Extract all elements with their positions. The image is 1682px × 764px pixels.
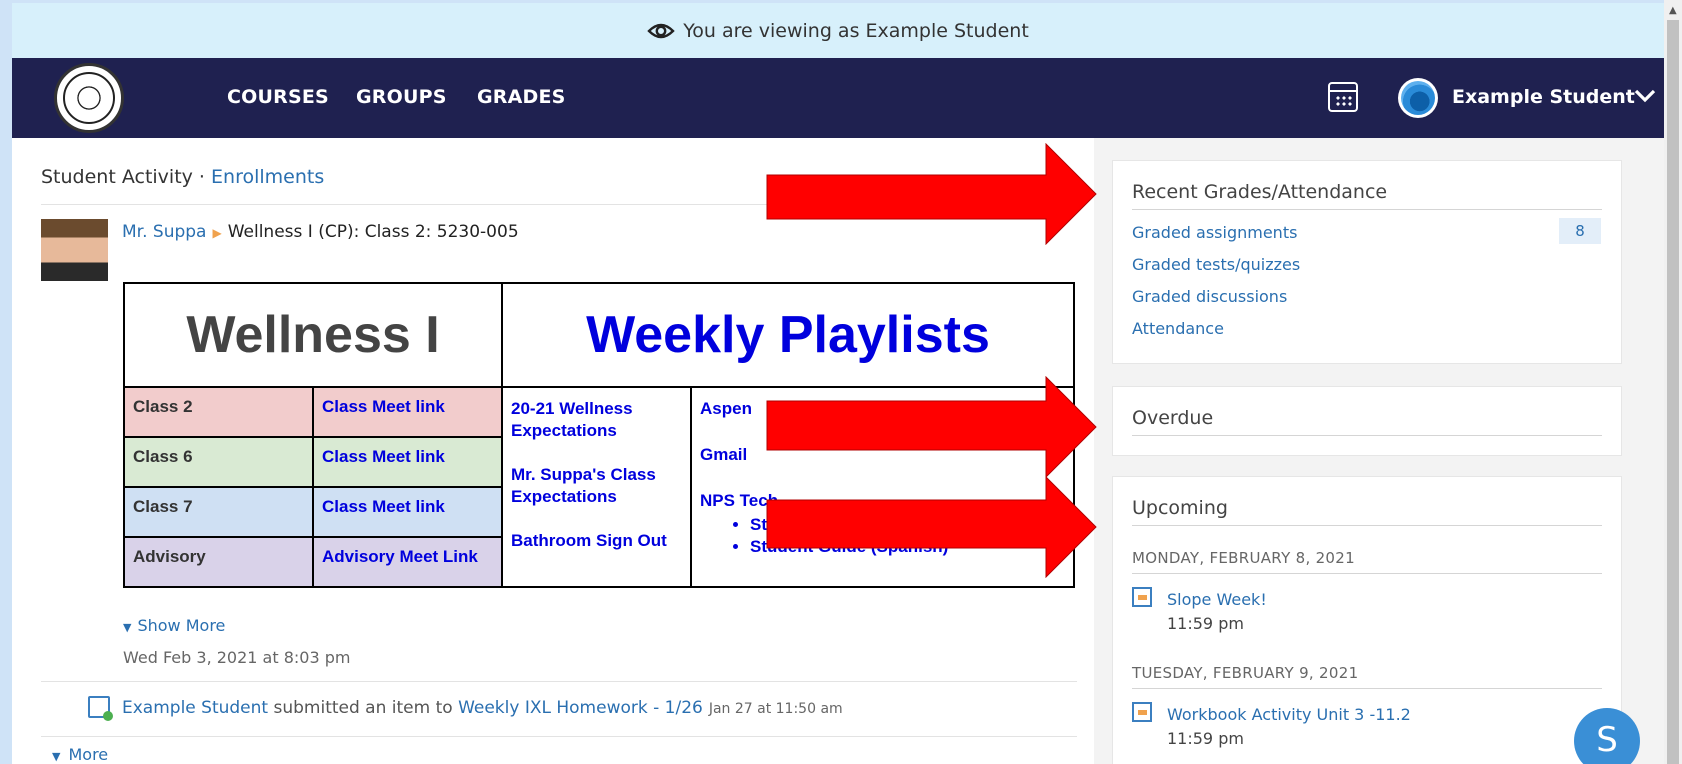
page-scrollbar[interactable]: ▲ [1664, 0, 1682, 764]
nav-grades[interactable]: GRADES [477, 86, 566, 108]
upcoming-title: Upcoming [1132, 497, 1228, 519]
show-more-toggle[interactable]: ▼ Show More [123, 616, 225, 635]
calendar-icon[interactable] [1328, 82, 1358, 112]
recent-grades-card: Recent Grades/Attendance Graded assignme… [1112, 160, 1622, 364]
divider [1132, 525, 1602, 526]
user-name[interactable]: Example Student [1452, 86, 1635, 108]
expectations-column: 20-21 Wellness Expectations Mr. Suppa's … [501, 386, 692, 588]
overdue-card: Overdue [1112, 386, 1622, 456]
student-link[interactable]: Example Student [122, 698, 268, 718]
scrollbar-thumb[interactable] [1667, 20, 1679, 764]
recent-grades-title: Recent Grades/Attendance [1132, 181, 1388, 203]
post-timestamp: Wed Feb 3, 2021 at 8:03 pm [123, 648, 351, 667]
advisory-meet-link[interactable]: Advisory Meet Link [312, 536, 503, 588]
enrollments-link[interactable]: Enrollments [211, 166, 324, 188]
wellness-expectations-link[interactable]: 20-21 Wellness Expectations [511, 398, 682, 442]
graded-discussions-link[interactable]: Graded discussions [1132, 287, 1287, 306]
triangle-right-icon: ▶ [212, 226, 222, 240]
upcoming-item-time: 11:59 pm [1167, 614, 1244, 633]
upcoming-card: Upcoming MONDAY, FEBRUARY 8, 2021 Slope … [1112, 476, 1622, 764]
activity-heading: Student Activity · Enrollments [41, 166, 325, 188]
upcoming-date: MONDAY, FEBRUARY 8, 2021 [1132, 549, 1355, 567]
school-logo[interactable] [54, 63, 124, 133]
class-label: Class 7 [123, 486, 314, 538]
teacher-link[interactable]: Mr. Suppa [122, 222, 206, 242]
wellness-title: Wellness I [123, 282, 503, 388]
divider [41, 736, 1077, 737]
nav-groups[interactable]: GROUPS [356, 86, 447, 108]
avatar[interactable] [1398, 78, 1438, 118]
upcoming-item-link[interactable]: Slope Week! [1167, 590, 1267, 609]
divider [1132, 688, 1602, 689]
course-name[interactable]: Wellness I (CP): Class 2: 5230-005 [228, 222, 519, 242]
submission-line: Example Student submitted an item to Wee… [122, 698, 843, 718]
class-meet-link[interactable]: Class Meet link [312, 486, 503, 538]
upcoming-item-time: 11:59 pm [1167, 729, 1244, 748]
assignment-link[interactable]: Weekly IXL Homework - 1/26 [458, 698, 703, 718]
caret-down-icon: ▼ [52, 750, 61, 763]
divider [1132, 209, 1602, 210]
assignment-icon [1132, 702, 1152, 722]
class-label: Class 2 [123, 386, 314, 438]
divider [41, 681, 1077, 682]
overdue-title: Overdue [1132, 407, 1214, 429]
graded-tests-link[interactable]: Graded tests/quizzes [1132, 255, 1300, 274]
teacher-photo[interactable] [41, 219, 108, 281]
bathroom-signout-link[interactable]: Bathroom Sign Out [511, 530, 682, 552]
caret-down-icon: ▼ [123, 621, 132, 634]
divider [1132, 435, 1602, 436]
viewing-as-text: You are viewing as Example Student [683, 19, 1029, 42]
viewing-as-banner: You are viewing as Example Student [12, 3, 1664, 58]
divider [1132, 573, 1602, 574]
class-expectations-link[interactable]: Mr. Suppa's Class Expectations [511, 464, 682, 508]
red-arrow-annotation [766, 476, 1097, 578]
upcoming-item-link[interactable]: Workbook Activity Unit 3 -11.2 [1167, 705, 1411, 724]
assignment-icon [1132, 587, 1152, 607]
submission-icon [88, 696, 113, 721]
post-header: Mr. Suppa ▶ Wellness I (CP): Class 2: 5230… [122, 222, 519, 242]
eye-icon [647, 23, 675, 38]
red-arrow-annotation [766, 143, 1097, 245]
class-meet-link[interactable]: Class Meet link [312, 386, 503, 438]
red-arrow-annotation [766, 376, 1097, 478]
scroll-up-arrow-icon[interactable]: ▲ [1669, 5, 1677, 16]
count-badge: 8 [1559, 218, 1601, 244]
attendance-link[interactable]: Attendance [1132, 319, 1224, 338]
top-navbar: COURSES GROUPS GRADES Example Student [12, 58, 1664, 138]
nav-courses[interactable]: COURSES [227, 86, 329, 108]
chevron-down-icon[interactable] [1634, 88, 1656, 104]
submission-time: Jan 27 at 11:50 am [708, 701, 843, 717]
class-meet-link[interactable]: Class Meet link [312, 436, 503, 488]
more-toggle[interactable]: ▼ More [52, 745, 108, 764]
weekly-playlists-title: Weekly Playlists [501, 282, 1075, 388]
class-label: Class 6 [123, 436, 314, 488]
upcoming-date: TUESDAY, FEBRUARY 9, 2021 [1132, 664, 1359, 682]
graded-assignments-link[interactable]: Graded assignments [1132, 223, 1297, 242]
advisory-label: Advisory [123, 536, 314, 588]
